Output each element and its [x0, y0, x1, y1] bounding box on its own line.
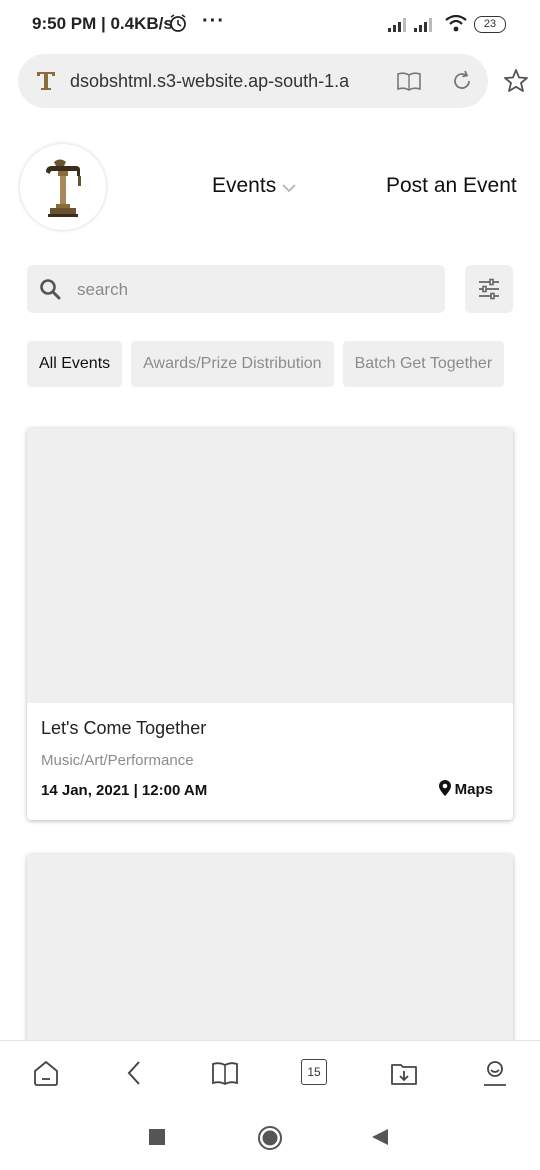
search-input[interactable] — [75, 265, 439, 315]
alarm-icon — [168, 13, 188, 38]
signal-icon — [414, 16, 436, 37]
event-title[interactable]: Let's Come Together — [41, 718, 206, 739]
post-event-link[interactable]: Post an Event — [386, 174, 517, 198]
chip-awards[interactable]: Awards/Prize Distribution — [131, 341, 334, 387]
event-image-placeholder[interactable] — [27, 428, 513, 703]
reload-icon[interactable] — [450, 69, 474, 98]
back-icon[interactable] — [122, 1059, 148, 1092]
chip-batch-get-together[interactable]: Batch Get Together — [342, 341, 505, 387]
sliders-icon — [479, 278, 499, 300]
bookmark-star-icon[interactable] — [503, 68, 529, 99]
chevron-down-icon[interactable] — [282, 180, 296, 198]
profile-icon[interactable] — [481, 1059, 509, 1092]
maps-label[interactable]: Maps — [455, 781, 493, 798]
lamp-logo-icon — [46, 159, 81, 217]
tab-count[interactable]: 15 — [301, 1059, 327, 1085]
wifi-icon — [444, 14, 468, 37]
search-box — [27, 265, 445, 315]
browser-toolbar: 15 — [0, 1040, 540, 1108]
system-nav-bar — [0, 1107, 540, 1170]
maps-link[interactable]: Maps — [438, 780, 493, 798]
chip-all-events[interactable]: All Events — [27, 341, 123, 387]
filter-button[interactable] — [465, 265, 513, 313]
battery-icon: 23 — [474, 16, 506, 33]
nav-events-link[interactable]: Events — [212, 174, 276, 198]
bookmarks-icon[interactable] — [211, 1059, 239, 1092]
downloads-icon[interactable] — [390, 1059, 418, 1092]
recents-icon[interactable] — [149, 1129, 165, 1145]
category-chips: All Events Awards/Prize Distribution Batch… — [27, 341, 513, 387]
url-text[interactable]: dsobshtml.s3-website.ap-south-1.a — [70, 71, 368, 92]
status-bar: 9:50 PM | 0.4KB/s ··· 23 — [0, 0, 540, 50]
back-triangle-icon[interactable] — [371, 1128, 389, 1151]
map-pin-icon — [438, 780, 451, 796]
status-time: 9:50 PM | 0.4KB/s — [32, 14, 173, 33]
search-icon — [39, 278, 61, 305]
event-datetime: 14 Jan, 2021 | 12:00 AM — [41, 782, 208, 799]
more-notifications-icon: ··· — [202, 10, 225, 32]
reader-mode-icon[interactable] — [396, 69, 422, 98]
home-circle-icon[interactable] — [257, 1125, 283, 1156]
signal-icon — [388, 16, 410, 37]
address-bar[interactable]: dsobshtml.s3-website.ap-south-1.a — [18, 54, 488, 108]
tabs-button[interactable]: 15 — [301, 1059, 327, 1085]
site-logo[interactable] — [20, 144, 106, 230]
event-card[interactable]: Let's Come Together Music/Art/Performanc… — [27, 428, 513, 820]
site-favicon-icon — [34, 68, 58, 97]
home-icon[interactable] — [32, 1059, 60, 1092]
event-category: Music/Art/Performance — [41, 752, 194, 769]
